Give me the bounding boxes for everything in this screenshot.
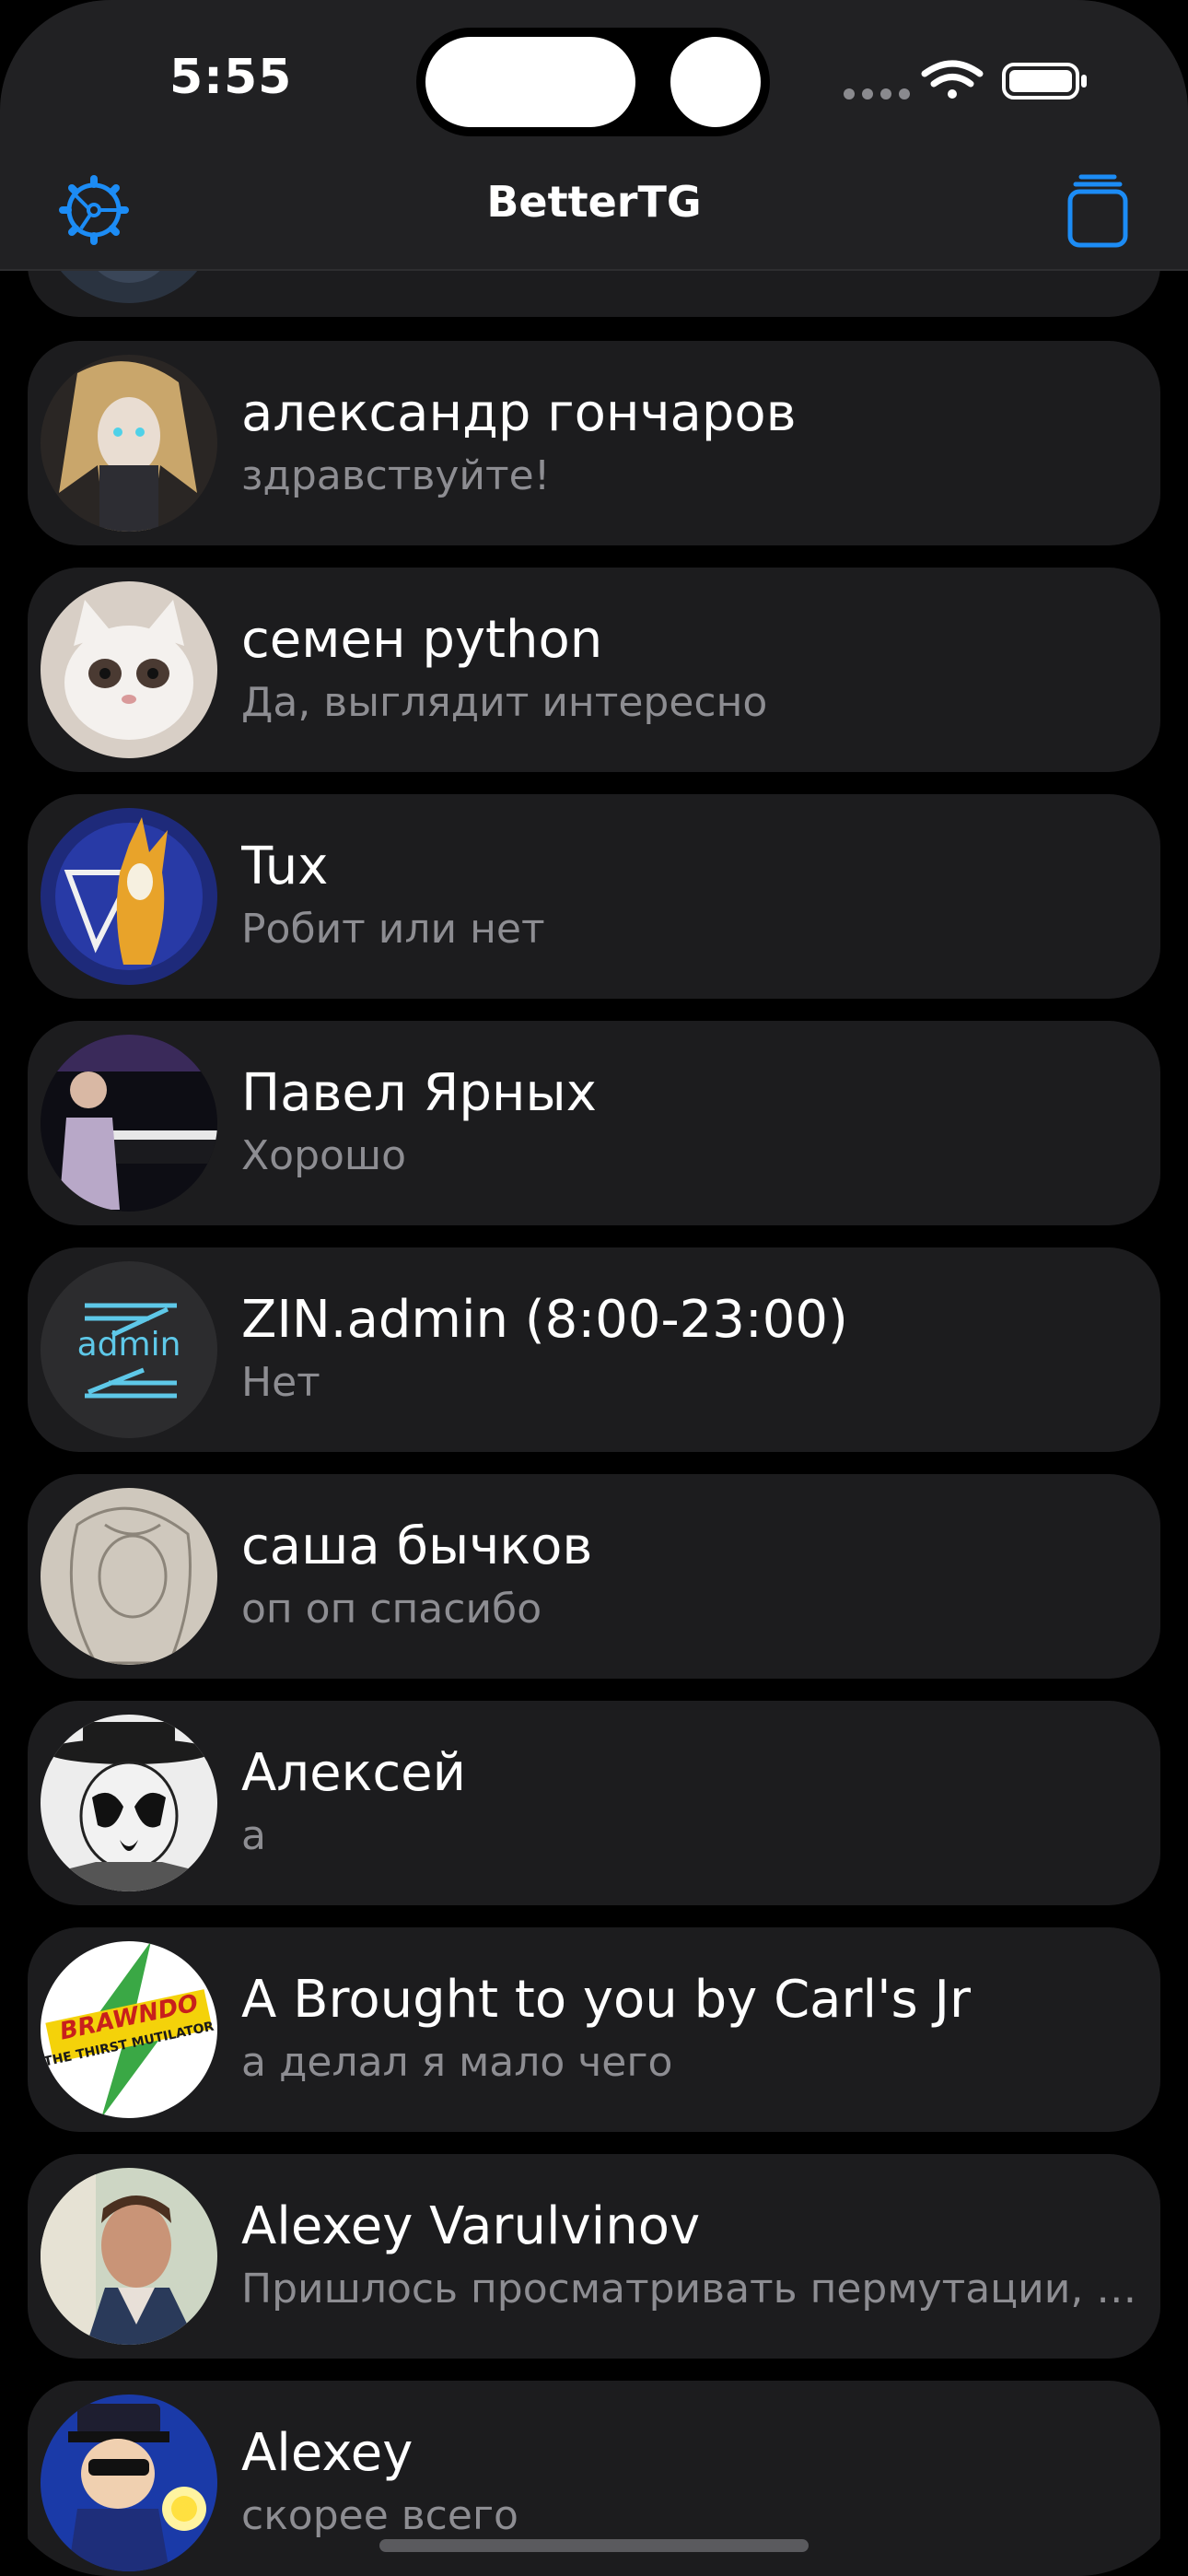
chat-name: саша бычков [241, 1516, 593, 1576]
chat-preview: а [241, 1812, 266, 1859]
chat-avatar [41, 2168, 217, 2345]
app-title: BetterTG [486, 177, 702, 227]
chat-name: Alexey [241, 2423, 413, 2483]
chat-preview: Да, выглядит интересно [241, 679, 768, 726]
chat-preview: Нет [241, 1359, 320, 1406]
chat-row[interactable]: саша бычков оп оп спасибо [28, 1474, 1160, 1679]
battery-icon [1002, 63, 1087, 100]
chat-avatar [41, 1035, 217, 1212]
chat-preview: а делал я мало чего [241, 2039, 673, 2086]
dynamic-island-camera [667, 33, 764, 131]
status-icons [844, 60, 1087, 100]
chat-row[interactable]: Алексей а [28, 1701, 1160, 1905]
chat-row[interactable]: Alexey Varulvinov Пришлось просматривать… [28, 2154, 1160, 2359]
chat-preview: здравствуйте! [241, 452, 551, 499]
chat-name: семен python [241, 610, 603, 670]
chat-name: Alexey Varulvinov [241, 2196, 701, 2256]
chat-preview: скорее всего [241, 2492, 518, 2539]
chat-row[interactable]: Павел Ярных Хорошо [28, 1021, 1160, 1225]
chat-row[interactable]: admin ZIN.admin (8:00-23:00) Нет [28, 1247, 1160, 1452]
status-time: 5:55 [169, 50, 293, 105]
chat-avatar [41, 355, 217, 532]
chat-preview: Хорошо [241, 1132, 407, 1179]
new-chat-button[interactable] [1066, 171, 1129, 249]
chat-avatar: BRAWNDO THE THIRST MUTILATOR [41, 1941, 217, 2118]
chat-name: александр гончаров [241, 383, 797, 443]
cellular-dots-icon [844, 88, 910, 100]
navigation-header: 5:55 BetterTG [0, 0, 1188, 271]
chat-avatar [41, 808, 217, 985]
wifi-icon [921, 60, 984, 99]
chat-row[interactable]: семен python Да, выглядит интересно [28, 568, 1160, 772]
chat-name: ZIN.admin (8:00-23:00) [241, 1290, 848, 1350]
chat-avatar [41, 1715, 217, 1891]
chat-list[interactable]: александр гончаров здравствуйте! семен p… [0, 0, 1188, 2576]
dynamic-island-pill [422, 33, 639, 131]
screen: александр гончаров здравствуйте! семен p… [0, 0, 1188, 2576]
chat-avatar [41, 581, 217, 758]
chat-avatar: admin [41, 1261, 217, 1438]
chat-avatar [41, 1488, 217, 1665]
chat-preview: Пришлось просматривать пермутации, а пот… [241, 2266, 1142, 2313]
chat-row[interactable]: Tux Робит или нет [28, 794, 1160, 999]
chat-preview: Робит или нет [241, 906, 545, 953]
chat-row[interactable]: BRAWNDO THE THIRST MUTILATOR A Brought t… [28, 1927, 1160, 2132]
chat-name: Алексей [241, 1743, 467, 1803]
chat-name: A Brought to you by Carl's Jr [241, 1970, 971, 2030]
new-chat-icon [1067, 174, 1128, 248]
chat-name: Павел Ярных [241, 1063, 597, 1123]
home-indicator [379, 2539, 809, 2552]
chat-preview: оп оп спасибо [241, 1586, 542, 1633]
avatar-label: admin [76, 1326, 181, 1364]
chat-name: Tux [241, 837, 329, 896]
chat-row[interactable]: александр гончаров здравствуйте! [28, 341, 1160, 545]
chat-avatar [41, 2395, 217, 2571]
